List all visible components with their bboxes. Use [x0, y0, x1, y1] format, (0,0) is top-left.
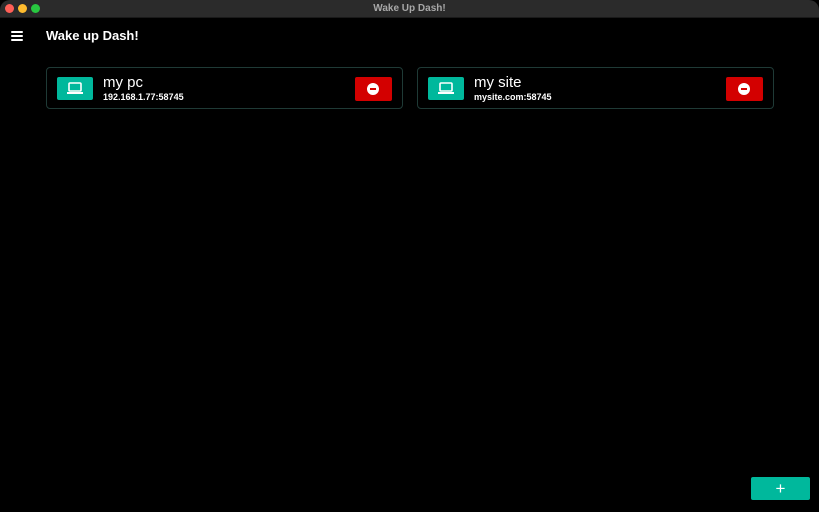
window-title: Wake Up Dash!	[373, 3, 446, 14]
remove-device-button[interactable]	[355, 77, 392, 101]
minus-circle-icon	[738, 83, 750, 95]
hamburger-icon[interactable]	[9, 28, 25, 44]
laptop-icon	[67, 82, 83, 94]
app-header: Wake up Dash!	[0, 18, 819, 54]
device-name: my site	[474, 74, 522, 91]
app-title: Wake up Dash!	[46, 28, 139, 43]
remove-device-button[interactable]	[726, 77, 763, 101]
app-window: Wake Up Dash! Wake up Dash! my pc 192.16…	[0, 0, 819, 512]
minus-circle-icon	[367, 83, 379, 95]
device-card[interactable]: my pc 192.168.1.77:58745	[46, 67, 403, 109]
device-address: mysite.com:58745	[474, 92, 552, 102]
title-bar: Wake Up Dash!	[0, 0, 819, 18]
device-card[interactable]: my site mysite.com:58745	[417, 67, 774, 109]
laptop-icon	[438, 82, 454, 94]
wake-device-button[interactable]	[57, 77, 93, 100]
wake-device-button[interactable]	[428, 77, 464, 100]
add-device-button[interactable]: +	[751, 477, 810, 500]
device-address: 192.168.1.77:58745	[103, 92, 184, 102]
device-name: my pc	[103, 74, 144, 91]
